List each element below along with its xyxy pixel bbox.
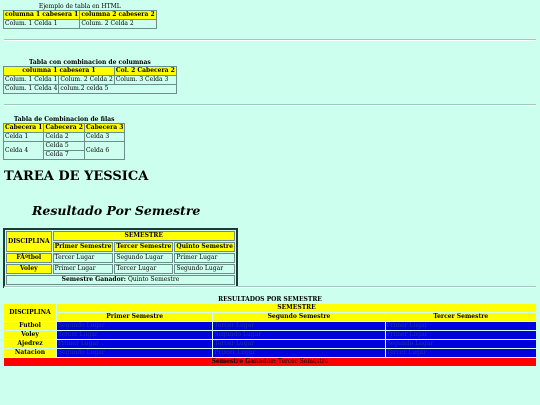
page-title: TAREA DE YESSICA	[4, 169, 149, 184]
table-2-grid: columna 1 cabesera 1 Col. 2 Cabecera 2 C…	[2, 66, 177, 94]
table-5-cell: Segundo Lugar	[213, 331, 385, 339]
table-4-footer: Semestre Ganador: Quinto Semestre	[6, 275, 235, 285]
table-2-cell: Colum. 2 Celda 2	[58, 75, 115, 85]
table-1: Ejemplo de tabla en HTML columna 1 cabes…	[2, 3, 157, 29]
table-1-caption: Ejemplo de tabla en HTML	[38, 3, 121, 10]
table-3-cell: Celda 6	[83, 141, 126, 160]
table-3-header-1: Cabecera 1	[2, 123, 45, 133]
table-2: Tabla con combinacion de columnas column…	[2, 59, 177, 94]
table-5-cell: Segundo Lugar	[385, 340, 536, 348]
table-5-footer-label: Semestre Ganador:	[211, 358, 276, 365]
table-2-cell: Colum. 1 Celda 1	[2, 75, 60, 85]
table-4-sem-header: Primer Semestre	[52, 242, 114, 252]
table-2-cell: colum.2 celda 5	[58, 84, 177, 94]
page-subtitle: Resultado Por Semestre	[32, 203, 201, 218]
table-5-row-label: Natacion	[4, 349, 56, 357]
table-3-cell: Celda 5	[43, 141, 85, 151]
table-5-cell: Primer Lugar	[385, 331, 536, 339]
table-5-cell: Segundo Lugar	[57, 322, 213, 330]
table-4-row-label: FÃºtbol	[6, 253, 52, 263]
table-5: RESULTADOS POR SEMESTRE DISCIPLINA SEMES…	[3, 296, 537, 367]
table-5-row-label: Futbol	[4, 322, 56, 330]
table-3-cell: Celda 7	[43, 150, 85, 160]
table-2-header-2: Col. 2 Cabecera 2	[113, 66, 177, 76]
table-5-discipline-header: DISCIPLINA	[4, 304, 56, 321]
table-4-sem-header: Quinto Semestre	[174, 242, 235, 252]
divider	[4, 39, 536, 41]
table-5-cell: Segundo Lugar	[57, 349, 213, 357]
table-4-footer-value: Quinto Semestre	[127, 276, 180, 283]
table-5-sem-header: Segundo Semestre	[213, 313, 385, 321]
table-5-cell: Primer Lugar	[213, 349, 385, 357]
table-4-cell: Tercer Lugar	[114, 264, 174, 274]
table-4-row-label: Voley	[6, 264, 52, 274]
table-5-cell: Tercer Lugar	[57, 331, 213, 339]
table-4-cell: Primer Lugar	[174, 253, 235, 263]
table-1-header-1: columna 1 cabesera 1	[2, 10, 81, 20]
table-3-header-3: Cabecera 3	[83, 123, 126, 133]
table-4-cell: Segundo Lugar	[174, 264, 235, 274]
table-3-cell: Celda 4	[2, 141, 45, 160]
table-4-grid: DISCIPLINA SEMESTRE Primer Semestre Terc…	[3, 228, 238, 288]
table-5-grid: DISCIPLINA SEMESTRE Primer Semestre Segu…	[3, 303, 537, 367]
table-1-cell: Colum. 2 Celda 2	[79, 19, 157, 29]
table-5-footer: Semestre Ganador: Tercer Semestre	[4, 358, 536, 366]
table-5-cell: Primer Lugar	[57, 340, 213, 348]
table-5-cell: Tercer Lugar	[385, 349, 536, 357]
table-4: DISCIPLINA SEMESTRE Primer Semestre Terc…	[3, 228, 238, 288]
table-5-row-label: Ajedrez	[4, 340, 56, 348]
table-2-header-1: columna 1 cabesera 1	[3, 66, 115, 76]
table-2-cell: Colum. 3 Celda 3	[113, 75, 177, 85]
table-4-discipline-header: DISCIPLINA	[6, 231, 52, 252]
table-1-cell: Colum. 1 Celda 1	[2, 19, 81, 29]
table-5-cell: Tercer Lugar	[213, 340, 385, 348]
table-3-header-2: Cabecera 2	[43, 123, 85, 133]
table-3-cell: Celda 1	[2, 132, 45, 142]
divider	[4, 104, 536, 106]
table-5-sem-header: Tercer Semestre	[385, 313, 536, 321]
table-4-cell: Segundo Lugar	[114, 253, 174, 263]
table-3-cell: Celda 2	[43, 132, 85, 142]
table-5-row-label: Voley	[4, 331, 56, 339]
table-4-footer-label: Semestre Ganador:	[61, 276, 127, 283]
table-1-header-2: columna 2 cabesera 2	[79, 10, 157, 20]
table-5-sem-header: Primer Semestre	[57, 313, 213, 321]
table-4-cell: Tercer Lugar	[52, 253, 114, 263]
table-3-cell: Celda 3	[83, 132, 126, 142]
table-5-cell: Primer Lugar	[385, 322, 536, 330]
table-3-grid: Cabecera 1 Cabecera 2 Cabecera 3 Celda 1…	[2, 123, 126, 160]
table-2-cell: Colum. 1 Celda 4	[2, 84, 60, 94]
divider	[4, 286, 536, 288]
table-3-caption: Tabla de Combinacion de filas	[13, 116, 115, 123]
table-2-caption: Tabla con combinacion de columnas	[28, 59, 151, 66]
table-1-grid: columna 1 cabesera 1 columna 2 cabesera …	[2, 10, 157, 29]
table-5-cell: Tercer Lugar	[213, 322, 385, 330]
table-5-semester-header: SEMESTRE	[57, 304, 536, 312]
table-4-semester-header: SEMESTRE	[52, 231, 235, 241]
table-5-caption: RESULTADOS POR SEMESTRE	[218, 296, 322, 303]
table-5-footer-value: Tercer Semestre	[277, 358, 329, 365]
table-4-cell: Primer Lugar	[52, 264, 114, 274]
table-4-sem-header: Tercer Semestre	[114, 242, 174, 252]
table-3: Tabla de Combinacion de filas Cabecera 1…	[2, 116, 126, 160]
